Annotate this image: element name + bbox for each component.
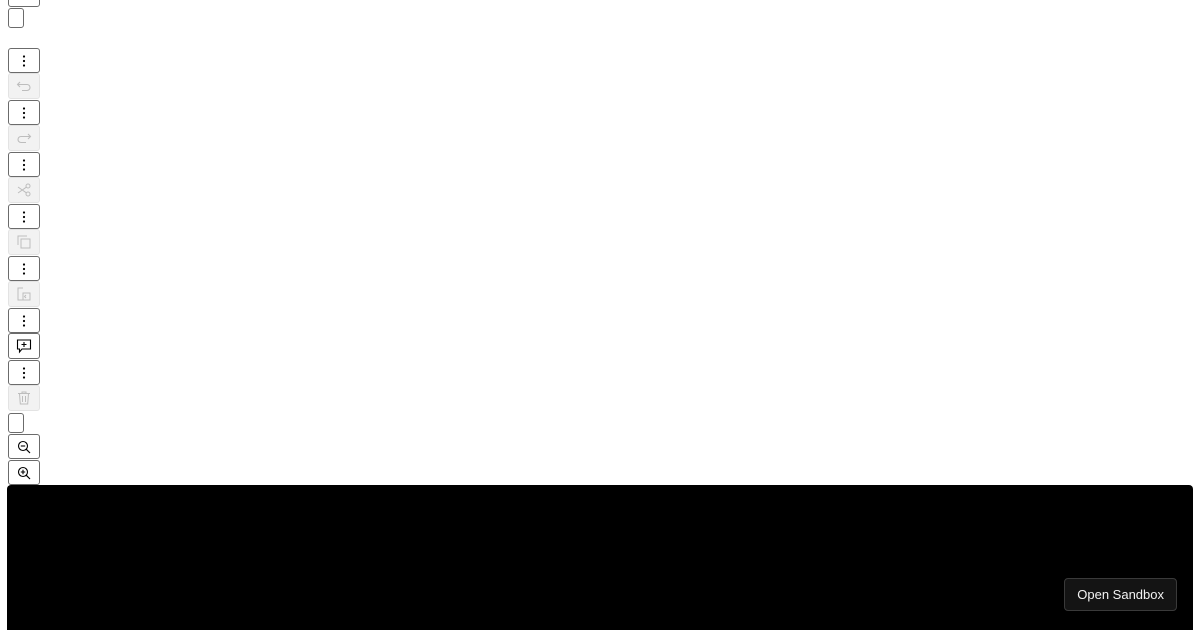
trash-icon bbox=[18, 391, 30, 405]
zoom-out-button[interactable] bbox=[8, 434, 40, 459]
kebab-menu-button[interactable] bbox=[8, 100, 40, 125]
zoom-in-icon bbox=[17, 466, 31, 479]
redo-button[interactable] bbox=[8, 125, 40, 151]
kebab-menu-button[interactable] bbox=[8, 256, 40, 281]
add-comment-button[interactable] bbox=[8, 333, 40, 359]
empty-small-button[interactable] bbox=[8, 8, 24, 28]
undo-button[interactable] bbox=[8, 73, 40, 99]
kebab-menu-button[interactable] bbox=[8, 360, 40, 385]
kebab-menu-button[interactable] bbox=[8, 152, 40, 177]
paste-button[interactable] bbox=[8, 281, 40, 307]
scissors-icon bbox=[17, 183, 31, 197]
kebab-menu-button[interactable] bbox=[8, 204, 40, 229]
undo-icon bbox=[16, 81, 31, 92]
kebab-icon bbox=[22, 366, 26, 379]
kebab-menu-button[interactable] bbox=[8, 308, 40, 333]
cut-button[interactable] bbox=[8, 177, 40, 203]
zoom-out-icon bbox=[17, 440, 31, 453]
zoom-in-button[interactable] bbox=[8, 460, 40, 485]
paste-icon bbox=[17, 287, 31, 301]
kebab-icon bbox=[22, 314, 26, 327]
delete-button[interactable] bbox=[8, 385, 40, 411]
top-partial-button[interactable] bbox=[8, 0, 40, 7]
kebab-icon bbox=[22, 106, 26, 119]
kebab-icon bbox=[22, 262, 26, 275]
preview-pane: Open Sandbox bbox=[7, 485, 1193, 630]
copy-button[interactable] bbox=[8, 229, 40, 255]
kebab-icon bbox=[22, 54, 26, 67]
app-stage: Open Sandbox bbox=[0, 0, 1200, 630]
copy-icon bbox=[17, 235, 31, 249]
kebab-icon bbox=[22, 210, 26, 223]
redo-icon bbox=[17, 133, 32, 144]
kebab-menu-button[interactable] bbox=[8, 48, 40, 73]
kebab-icon bbox=[22, 158, 26, 171]
open-sandbox-button[interactable]: Open Sandbox bbox=[1064, 578, 1177, 611]
empty-small-button[interactable] bbox=[8, 413, 24, 433]
comment-plus-icon bbox=[16, 339, 32, 354]
